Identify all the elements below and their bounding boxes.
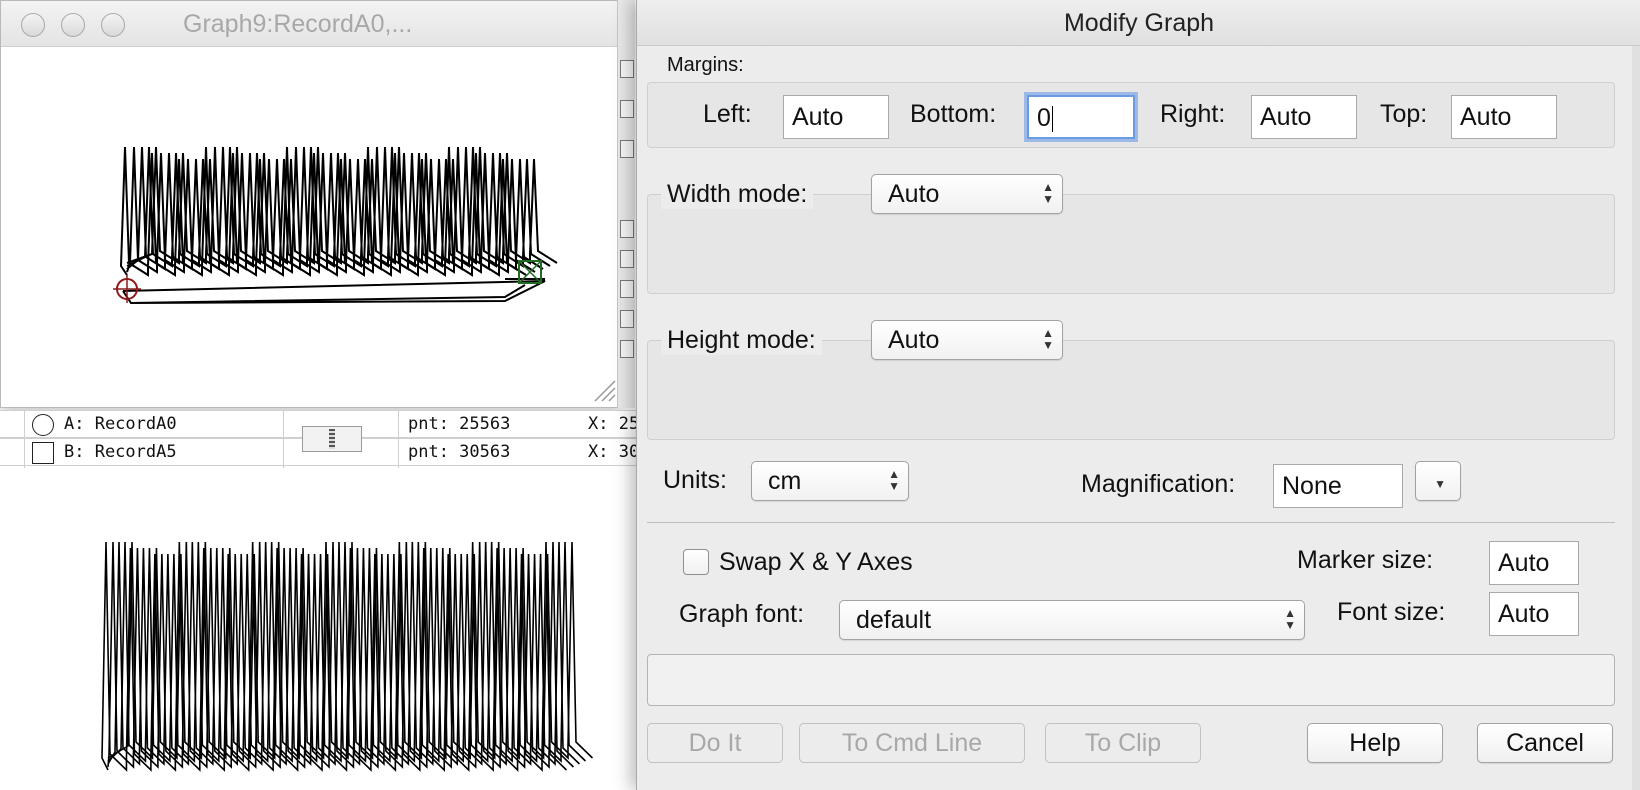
- width-mode-popup[interactable]: Auto ▲ ▼: [871, 174, 1063, 214]
- dialog-edge-scrollbar[interactable]: [1632, 46, 1640, 790]
- drawing-tools-strip[interactable]: [617, 0, 635, 408]
- height-mode-label: Height mode:: [661, 326, 822, 355]
- cursor-slider[interactable]: [302, 426, 362, 452]
- right-margin-field[interactable]: Auto: [1251, 95, 1357, 139]
- popup-arrows-icon: ▲ ▼: [1284, 606, 1296, 632]
- trace-baseline: [122, 280, 546, 305]
- height-mode-value: Auto: [888, 326, 940, 354]
- close-window-button[interactable]: [21, 13, 45, 37]
- width-mode-group: [647, 194, 1615, 294]
- top-margin-label: Top:: [1380, 100, 1428, 128]
- command-line-box[interactable]: [647, 654, 1615, 706]
- dialog-title: Modify Graph: [637, 0, 1640, 46]
- top-margin-field[interactable]: Auto: [1451, 95, 1557, 139]
- tool-icon[interactable]: [620, 250, 634, 268]
- margins-section-label: Margins:: [667, 54, 744, 76]
- marker-size-field[interactable]: Auto: [1489, 541, 1579, 585]
- cursor-a-x: X: 25: [588, 414, 640, 434]
- to-clip-button[interactable]: To Clip: [1045, 723, 1201, 763]
- graph-plot-area[interactable]: [5, 47, 617, 403]
- graph-window-title: Graph9:RecordA0,...: [183, 10, 413, 38]
- cancel-button[interactable]: Cancel: [1477, 723, 1613, 763]
- tool-icon[interactable]: [620, 340, 634, 358]
- tool-icon[interactable]: [620, 220, 634, 238]
- tool-icon[interactable]: [620, 100, 634, 118]
- lower-graph-plot-area[interactable]: [0, 470, 636, 790]
- graph-font-popup[interactable]: default ▲ ▼: [839, 600, 1305, 640]
- swap-axes-label[interactable]: Swap X & Y Axes: [719, 548, 913, 577]
- height-mode-popup[interactable]: Auto ▲ ▼: [871, 320, 1063, 360]
- graph-font-label: Graph font:: [679, 600, 805, 628]
- units-popup[interactable]: cm ▲ ▼: [751, 461, 909, 501]
- graph-traces: [119, 146, 558, 305]
- dialog-body: Margins: Left: Auto Bottom: 0 Right: Aut…: [637, 46, 1640, 790]
- tool-icon[interactable]: [620, 310, 634, 328]
- units-value: cm: [768, 467, 802, 495]
- do-it-button[interactable]: Do It: [647, 723, 783, 763]
- font-size-field[interactable]: Auto: [1489, 592, 1579, 636]
- graph-window: Graph9:RecordA0,...: [0, 0, 622, 408]
- minimize-window-button[interactable]: [61, 13, 85, 37]
- magnification-field[interactable]: None: [1273, 464, 1403, 508]
- popup-arrows-icon: ▲ ▼: [1042, 326, 1054, 352]
- cursor-b-point: pnt: 30563: [408, 442, 511, 462]
- square-cursor-icon: [32, 442, 54, 464]
- tool-icon[interactable]: [620, 280, 634, 298]
- zoom-window-button[interactable]: [101, 13, 125, 37]
- modify-graph-dialog: Modify Graph Margins: Left: Auto Bottom:…: [636, 0, 1640, 790]
- marker-size-label: Marker size:: [1297, 546, 1434, 574]
- cursor-a-label: A: RecordA0: [64, 414, 177, 434]
- left-margin-field[interactable]: Auto: [783, 95, 889, 139]
- slider-thumb[interactable]: [329, 429, 335, 449]
- divider: [24, 410, 25, 468]
- bottom-margin-value: 0: [1037, 104, 1051, 132]
- resize-grip-icon[interactable]: [591, 377, 617, 403]
- width-mode-label: Width mode:: [661, 180, 814, 209]
- tool-icon[interactable]: [620, 60, 634, 78]
- units-label: Units:: [663, 466, 727, 494]
- popup-arrows-icon: ▲ ▼: [888, 467, 900, 493]
- chevron-down-icon: ▼: [1434, 477, 1446, 491]
- bottom-margin-label: Bottom:: [910, 100, 997, 128]
- to-cmd-line-button[interactable]: To Cmd Line: [799, 723, 1025, 763]
- help-button[interactable]: Help: [1307, 723, 1443, 763]
- width-mode-value: Auto: [888, 180, 940, 208]
- circle-cursor-icon: [32, 414, 54, 436]
- popup-arrows-icon: ▲ ▼: [1042, 180, 1054, 206]
- cursor-b-x: X: 30: [588, 442, 640, 462]
- graph-traces: [101, 541, 594, 772]
- divider: [283, 410, 284, 468]
- graph-font-value: default: [856, 606, 932, 634]
- left-margin-label: Left:: [703, 100, 752, 128]
- magnification-label: Magnification:: [1081, 470, 1236, 498]
- cursor-info-strip: A: RecordA0 pnt: 25563 X: 25 B: RecordA5…: [0, 410, 640, 468]
- cursor-a-point: pnt: 25563: [408, 414, 511, 434]
- cursor-b-label: B: RecordA5: [64, 442, 177, 462]
- divider: [647, 522, 1615, 523]
- bottom-margin-field[interactable]: 0: [1027, 95, 1135, 139]
- swap-axes-checkbox[interactable]: [683, 549, 709, 575]
- height-mode-group: [647, 340, 1615, 440]
- graph-window-titlebar[interactable]: Graph9:RecordA0,...: [1, 1, 621, 47]
- font-size-label: Font size:: [1337, 598, 1446, 626]
- divider: [398, 410, 399, 468]
- magnification-menu-button[interactable]: ▼: [1415, 461, 1461, 501]
- cursor-a-marker: [113, 275, 141, 303]
- tool-icon[interactable]: [620, 140, 634, 158]
- right-margin-label: Right:: [1160, 100, 1226, 128]
- text-caret: [1051, 106, 1053, 133]
